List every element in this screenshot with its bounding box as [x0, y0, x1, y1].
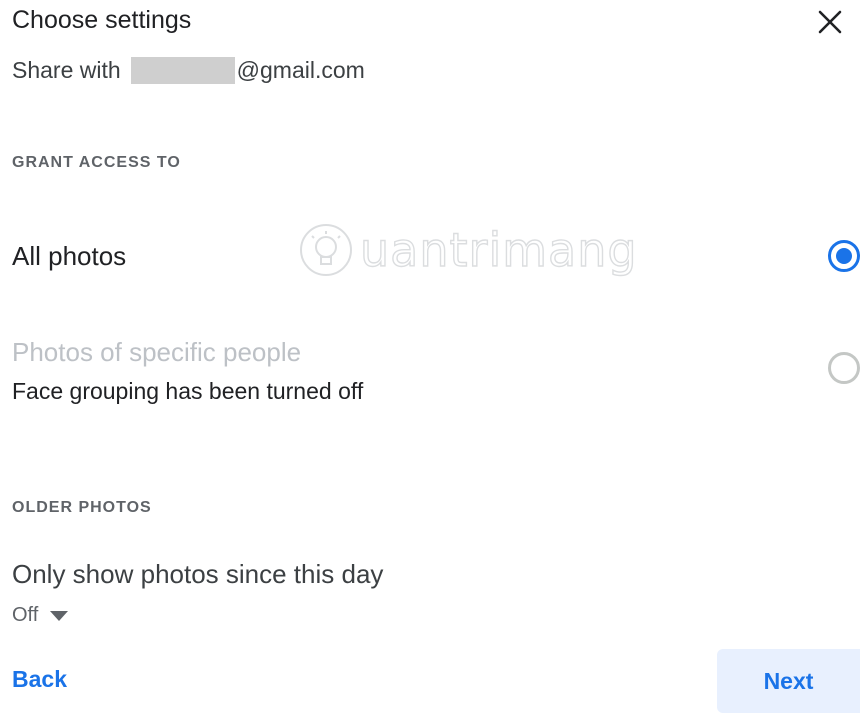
next-button[interactable]: Next	[717, 649, 860, 713]
next-button-label: Next	[763, 667, 814, 694]
share-settings-dialog: Choose settings Share with @gmail.com GR…	[0, 0, 860, 713]
radio-all-photos[interactable]	[828, 240, 860, 272]
share-with-line: Share with @gmail.com	[12, 54, 365, 86]
close-icon	[818, 10, 842, 34]
radio-selected-dot	[836, 248, 852, 264]
back-button[interactable]: Back	[12, 666, 67, 693]
close-button[interactable]	[812, 4, 848, 40]
dialog-title: Choose settings	[12, 6, 192, 34]
share-with-label: Share with	[12, 57, 121, 83]
older-photos-label: Only show photos since this day	[12, 559, 384, 589]
redacted-email-user	[130, 56, 235, 84]
option-specific-people-label: Photos of specific people	[12, 337, 302, 367]
watermark: uantrimang	[298, 222, 638, 278]
option-specific-people-sublabel: Face grouping has been turned off	[12, 378, 364, 404]
lightbulb-icon	[300, 224, 352, 276]
watermark-text: uantrimang	[359, 222, 638, 277]
share-email-domain: @gmail.com	[236, 57, 365, 83]
grant-access-section-label: GRANT ACCESS TO	[12, 154, 181, 171]
option-all-photos-label[interactable]: All photos	[12, 240, 126, 272]
caret-down-icon	[50, 610, 69, 621]
radio-specific-people	[828, 352, 860, 384]
older-photos-section-label: OLDER PHOTOS	[12, 499, 152, 516]
date-filter-dropdown[interactable]: Off	[12, 604, 69, 627]
dropdown-value: Off	[12, 604, 39, 626]
